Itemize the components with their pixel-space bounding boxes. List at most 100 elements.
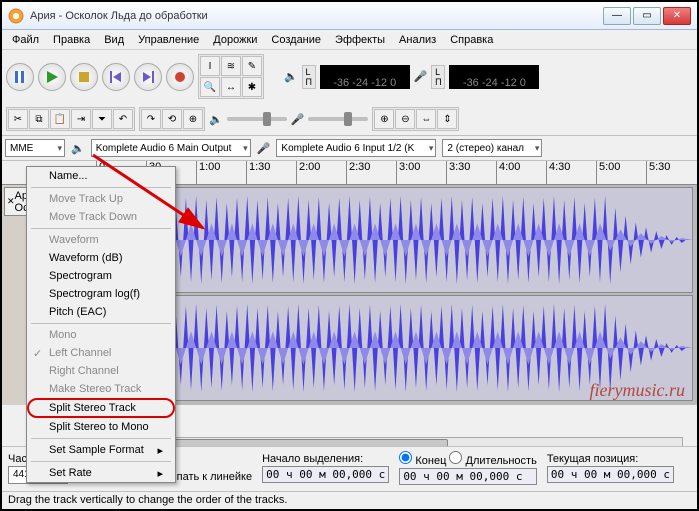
main-toolbar: I ≋ ✎ 🔍 ↔ ✱ 🔈 LП -36 -24 -12 0 🎤 LП -36 …: [2, 50, 697, 136]
end-radio[interactable]: Конец: [399, 455, 446, 467]
selection-start-time[interactable]: 00 ч 00 м 00,000 с: [262, 466, 389, 483]
tools-group: I ≋ ✎ 🔍 ↔ ✱: [198, 54, 264, 99]
watermark-text: fierymusic.ru: [590, 380, 685, 401]
microphone-icon: 🎤: [257, 142, 271, 155]
ctx-set-rate[interactable]: Set Rate▸: [27, 464, 175, 482]
menu-tracks[interactable]: Дорожки: [207, 32, 263, 48]
skip-start-button[interactable]: [102, 63, 130, 91]
menu-transport[interactable]: Управление: [132, 32, 205, 48]
ctx-waveform-db[interactable]: Waveform (dB): [27, 249, 175, 267]
window-title: Ария - Осколок Льда до обработки: [30, 10, 603, 22]
ctx-name[interactable]: Name...: [27, 167, 175, 185]
ctx-mono[interactable]: Mono: [27, 326, 175, 344]
skip-end-button[interactable]: [134, 63, 162, 91]
menu-generate[interactable]: Создание: [265, 32, 327, 48]
redo-button[interactable]: ↷: [141, 109, 161, 129]
audio-position-label: Текущая позиция:: [547, 453, 674, 465]
menu-analyze[interactable]: Анализ: [393, 32, 442, 48]
output-volume-slider[interactable]: [227, 117, 287, 121]
input-meter-icon: 🎤: [414, 70, 428, 83]
check-icon: ✓: [33, 347, 42, 360]
length-radio[interactable]: Длительность: [449, 455, 536, 467]
menu-view[interactable]: Вид: [98, 32, 130, 48]
input-volume-slider[interactable]: [308, 117, 368, 121]
ctx-separator: [31, 461, 171, 462]
zoom-in-button[interactable]: ⊕: [374, 109, 394, 129]
ctx-split-stereo-mono[interactable]: Split Stereo to Mono: [27, 418, 175, 436]
timeline-tick: 1:30: [246, 161, 270, 184]
stop-button[interactable]: [70, 63, 98, 91]
window-titlebar: Ария - Осколок Льда до обработки — ▭ ✕: [2, 2, 697, 30]
envelope-tool[interactable]: ≋: [221, 56, 241, 76]
device-toolbar: MME 🔈 Komplete Audio 6 Main Output 🎤 Kom…: [2, 136, 697, 161]
timeline-tick: 3:00: [396, 161, 420, 184]
copy-button[interactable]: ⧉: [29, 109, 49, 129]
zoom-tools: ⊕ ⊖ ⇔ ⇕: [372, 107, 459, 131]
trim-button[interactable]: ⇥: [71, 109, 91, 129]
ctx-move-up[interactable]: Move Track Up: [27, 190, 175, 208]
fit-project-button[interactable]: ⇕: [437, 109, 457, 129]
menu-effects[interactable]: Эффекты: [329, 32, 391, 48]
silence-button[interactable]: ⏷: [92, 109, 112, 129]
cut-button[interactable]: ✂: [8, 109, 28, 129]
waveform-display[interactable]: [94, 185, 697, 405]
input-level-meter[interactable]: -36 -24 -12 0: [449, 65, 539, 89]
audio-position-time[interactable]: 00 ч 00 м 00,000 с: [547, 466, 674, 483]
paste-button[interactable]: 📋: [50, 109, 70, 129]
pause-button[interactable]: [6, 63, 34, 91]
multi-tool[interactable]: ✱: [242, 77, 262, 97]
status-text: Drag the track vertically to change the …: [8, 494, 287, 506]
output-meter-icon: 🔈: [284, 70, 298, 83]
sync-button[interactable]: ⟲: [162, 109, 182, 129]
fit-selection-button[interactable]: ⇔: [416, 109, 436, 129]
timeline-tick: 5:30: [646, 161, 670, 184]
ctx-separator: [31, 228, 171, 229]
menubar: Файл Правка Вид Управление Дорожки Созда…: [2, 30, 697, 50]
selection-tool[interactable]: I: [200, 56, 220, 76]
output-level-meter[interactable]: -36 -24 -12 0: [320, 65, 410, 89]
ctx-make-stereo[interactable]: Make Stereo Track: [27, 380, 175, 398]
ctx-waveform[interactable]: Waveform: [27, 231, 175, 249]
ctx-split-stereo[interactable]: Split Stereo Track: [27, 398, 175, 418]
menu-help[interactable]: Справка: [444, 32, 499, 48]
ctx-pitch[interactable]: Pitch (EAC): [27, 303, 175, 321]
timeshift-tool[interactable]: ↔: [221, 77, 241, 97]
input-device-combo[interactable]: Komplete Audio 6 Input 1/2 (K: [276, 139, 436, 157]
maximize-button[interactable]: ▭: [633, 7, 661, 25]
zoom-out-button[interactable]: ⊖: [395, 109, 415, 129]
ctx-spectrogram[interactable]: Spectrogram: [27, 267, 175, 285]
menu-file[interactable]: Файл: [6, 32, 45, 48]
menu-edit[interactable]: Правка: [47, 32, 96, 48]
volume-icon: 🔈: [209, 113, 223, 126]
timeline-tick: 5:00: [596, 161, 620, 184]
ctx-spectrogram-logf[interactable]: Spectrogram log(f): [27, 285, 175, 303]
output-device-combo[interactable]: Komplete Audio 6 Main Output: [91, 139, 251, 157]
record-button[interactable]: [166, 63, 194, 91]
ctx-sample-format[interactable]: Set Sample Format▸: [27, 441, 175, 459]
timeline-tick: 2:30: [346, 161, 370, 184]
audio-host-combo[interactable]: MME: [5, 139, 65, 157]
timeline-tick: 3:30: [446, 161, 470, 184]
output-meter-label: LП: [302, 65, 316, 89]
play-button[interactable]: [38, 63, 66, 91]
selection-end-time[interactable]: 00 ч 00 м 00,000 с: [399, 468, 537, 485]
input-meter-label: LП: [431, 65, 445, 89]
zoom-group[interactable]: ⊕: [183, 109, 203, 129]
timeline-tick: 4:30: [546, 161, 570, 184]
minimize-button[interactable]: —: [603, 7, 631, 25]
timeline-tick: 1:00: [196, 161, 220, 184]
zoom-tool[interactable]: 🔍: [200, 77, 220, 97]
ctx-separator: [31, 438, 171, 439]
draw-tool[interactable]: ✎: [242, 56, 262, 76]
waveform-left-channel[interactable]: [98, 187, 693, 293]
close-button[interactable]: ✕: [663, 7, 691, 25]
track-context-menu: Name... Move Track Up Move Track Down Wa…: [26, 166, 176, 483]
ctx-right-channel[interactable]: Right Channel: [27, 362, 175, 380]
undo-button[interactable]: ↶: [113, 109, 133, 129]
ctx-move-down[interactable]: Move Track Down: [27, 208, 175, 226]
misc-tools: ↷ ⟲ ⊕: [139, 107, 205, 131]
ctx-left-channel[interactable]: ✓Left Channel: [27, 344, 175, 362]
app-icon: [8, 8, 24, 24]
input-channels-combo[interactable]: 2 (стерео) канал: [442, 139, 542, 157]
input-volume-icon: 🎤: [291, 113, 305, 126]
